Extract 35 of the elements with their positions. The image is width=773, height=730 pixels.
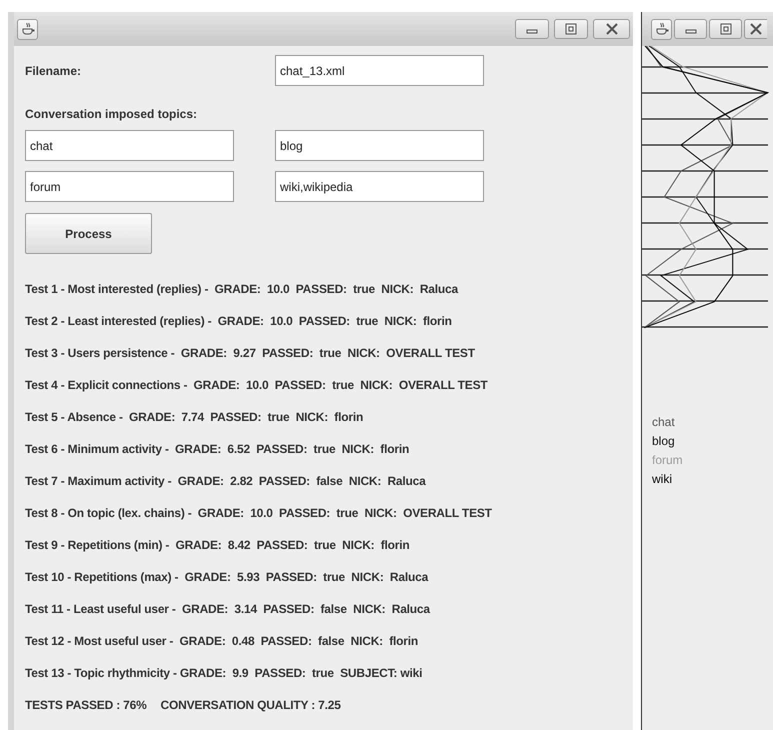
maximize-icon[interactable]	[709, 19, 742, 39]
java-cup-icon[interactable]	[651, 18, 672, 40]
topic-field[interactable]: chat	[25, 130, 234, 161]
legend-label: forum	[652, 452, 684, 469]
test-result: Test 9 - Repetitions (min) - GRADE: 8.42 PASSED: true NICK: florin	[25, 537, 411, 554]
test-result: Test 5 - Absence - GRADE: 7.74 PASSED: true NICK: florin	[25, 409, 364, 426]
test-result: Test 12 - Most useful user - GRADE: 0.48 PASSED: false NICK: florin	[25, 633, 420, 650]
process-button[interactable]: Process	[25, 213, 152, 254]
close-icon[interactable]	[593, 19, 630, 39]
test-result: Test 7 - Maximum activity - GRADE: 2.82 PASSED: false NICK: Raluca	[25, 473, 427, 490]
legend-label: chat	[652, 414, 676, 431]
minimize-icon[interactable]	[674, 19, 707, 39]
topic-field[interactable]: blog	[275, 130, 484, 161]
java-cup-icon[interactable]	[17, 18, 38, 40]
test-result: Test 13 - Topic rhythmicity - GRADE: 9.9 PASSED: true SUBJECT: wiki	[25, 665, 424, 682]
minimize-icon[interactable]	[515, 19, 549, 39]
conversation-quality-text: CONVERSATION QUALITY : 7.25	[160, 697, 341, 714]
test-result: Test 2 - Least interested (replies) - GRADE: 10.0 PASSED: true NICK: florin	[25, 313, 453, 330]
test-result: Test 1 - Most interested (replies) - GRADE: 10.0 PASSED: true NICK: Raluca	[25, 281, 460, 298]
test-result: Test 4 - Explicit connections - GRADE: 10.0 PASSED: true NICK: OVERALL TEST	[25, 377, 489, 394]
legend-label: blog	[652, 433, 676, 450]
tests-passed-text: TESTS PASSED : 76%	[25, 697, 147, 714]
close-icon[interactable]	[744, 19, 767, 39]
topic-field[interactable]: wiki,wikipedia	[275, 171, 484, 202]
test-result: Test 10 - Repetitions (max) - GRADE: 5.93 PASSED: true NICK: Raluca	[25, 569, 430, 586]
topics-label: Conversation imposed topics:	[25, 106, 198, 123]
legend-label: wiki	[652, 471, 673, 488]
filename-label: Filename:	[25, 64, 82, 78]
filename-field[interactable]: chat_13.xml	[275, 55, 484, 86]
test-result: Test 3 - Users persistence - GRADE: 9.27 PASSED: true NICK: OVERALL TEST	[25, 345, 476, 362]
test-result: Test 11 - Least useful user - GRADE: 3.14 PASSED: false NICK: Raluca	[25, 601, 432, 618]
topic-field[interactable]: forum	[25, 171, 234, 202]
test-result: Test 8 - On topic (lex. chains) - GRADE: 10.0 PASSED: true NICK: OVERALL TEST	[25, 505, 493, 522]
maximize-icon[interactable]	[554, 19, 588, 39]
test-result: Test 6 - Minimum activity - GRADE: 6.52 PASSED: true NICK: florin	[25, 441, 410, 458]
